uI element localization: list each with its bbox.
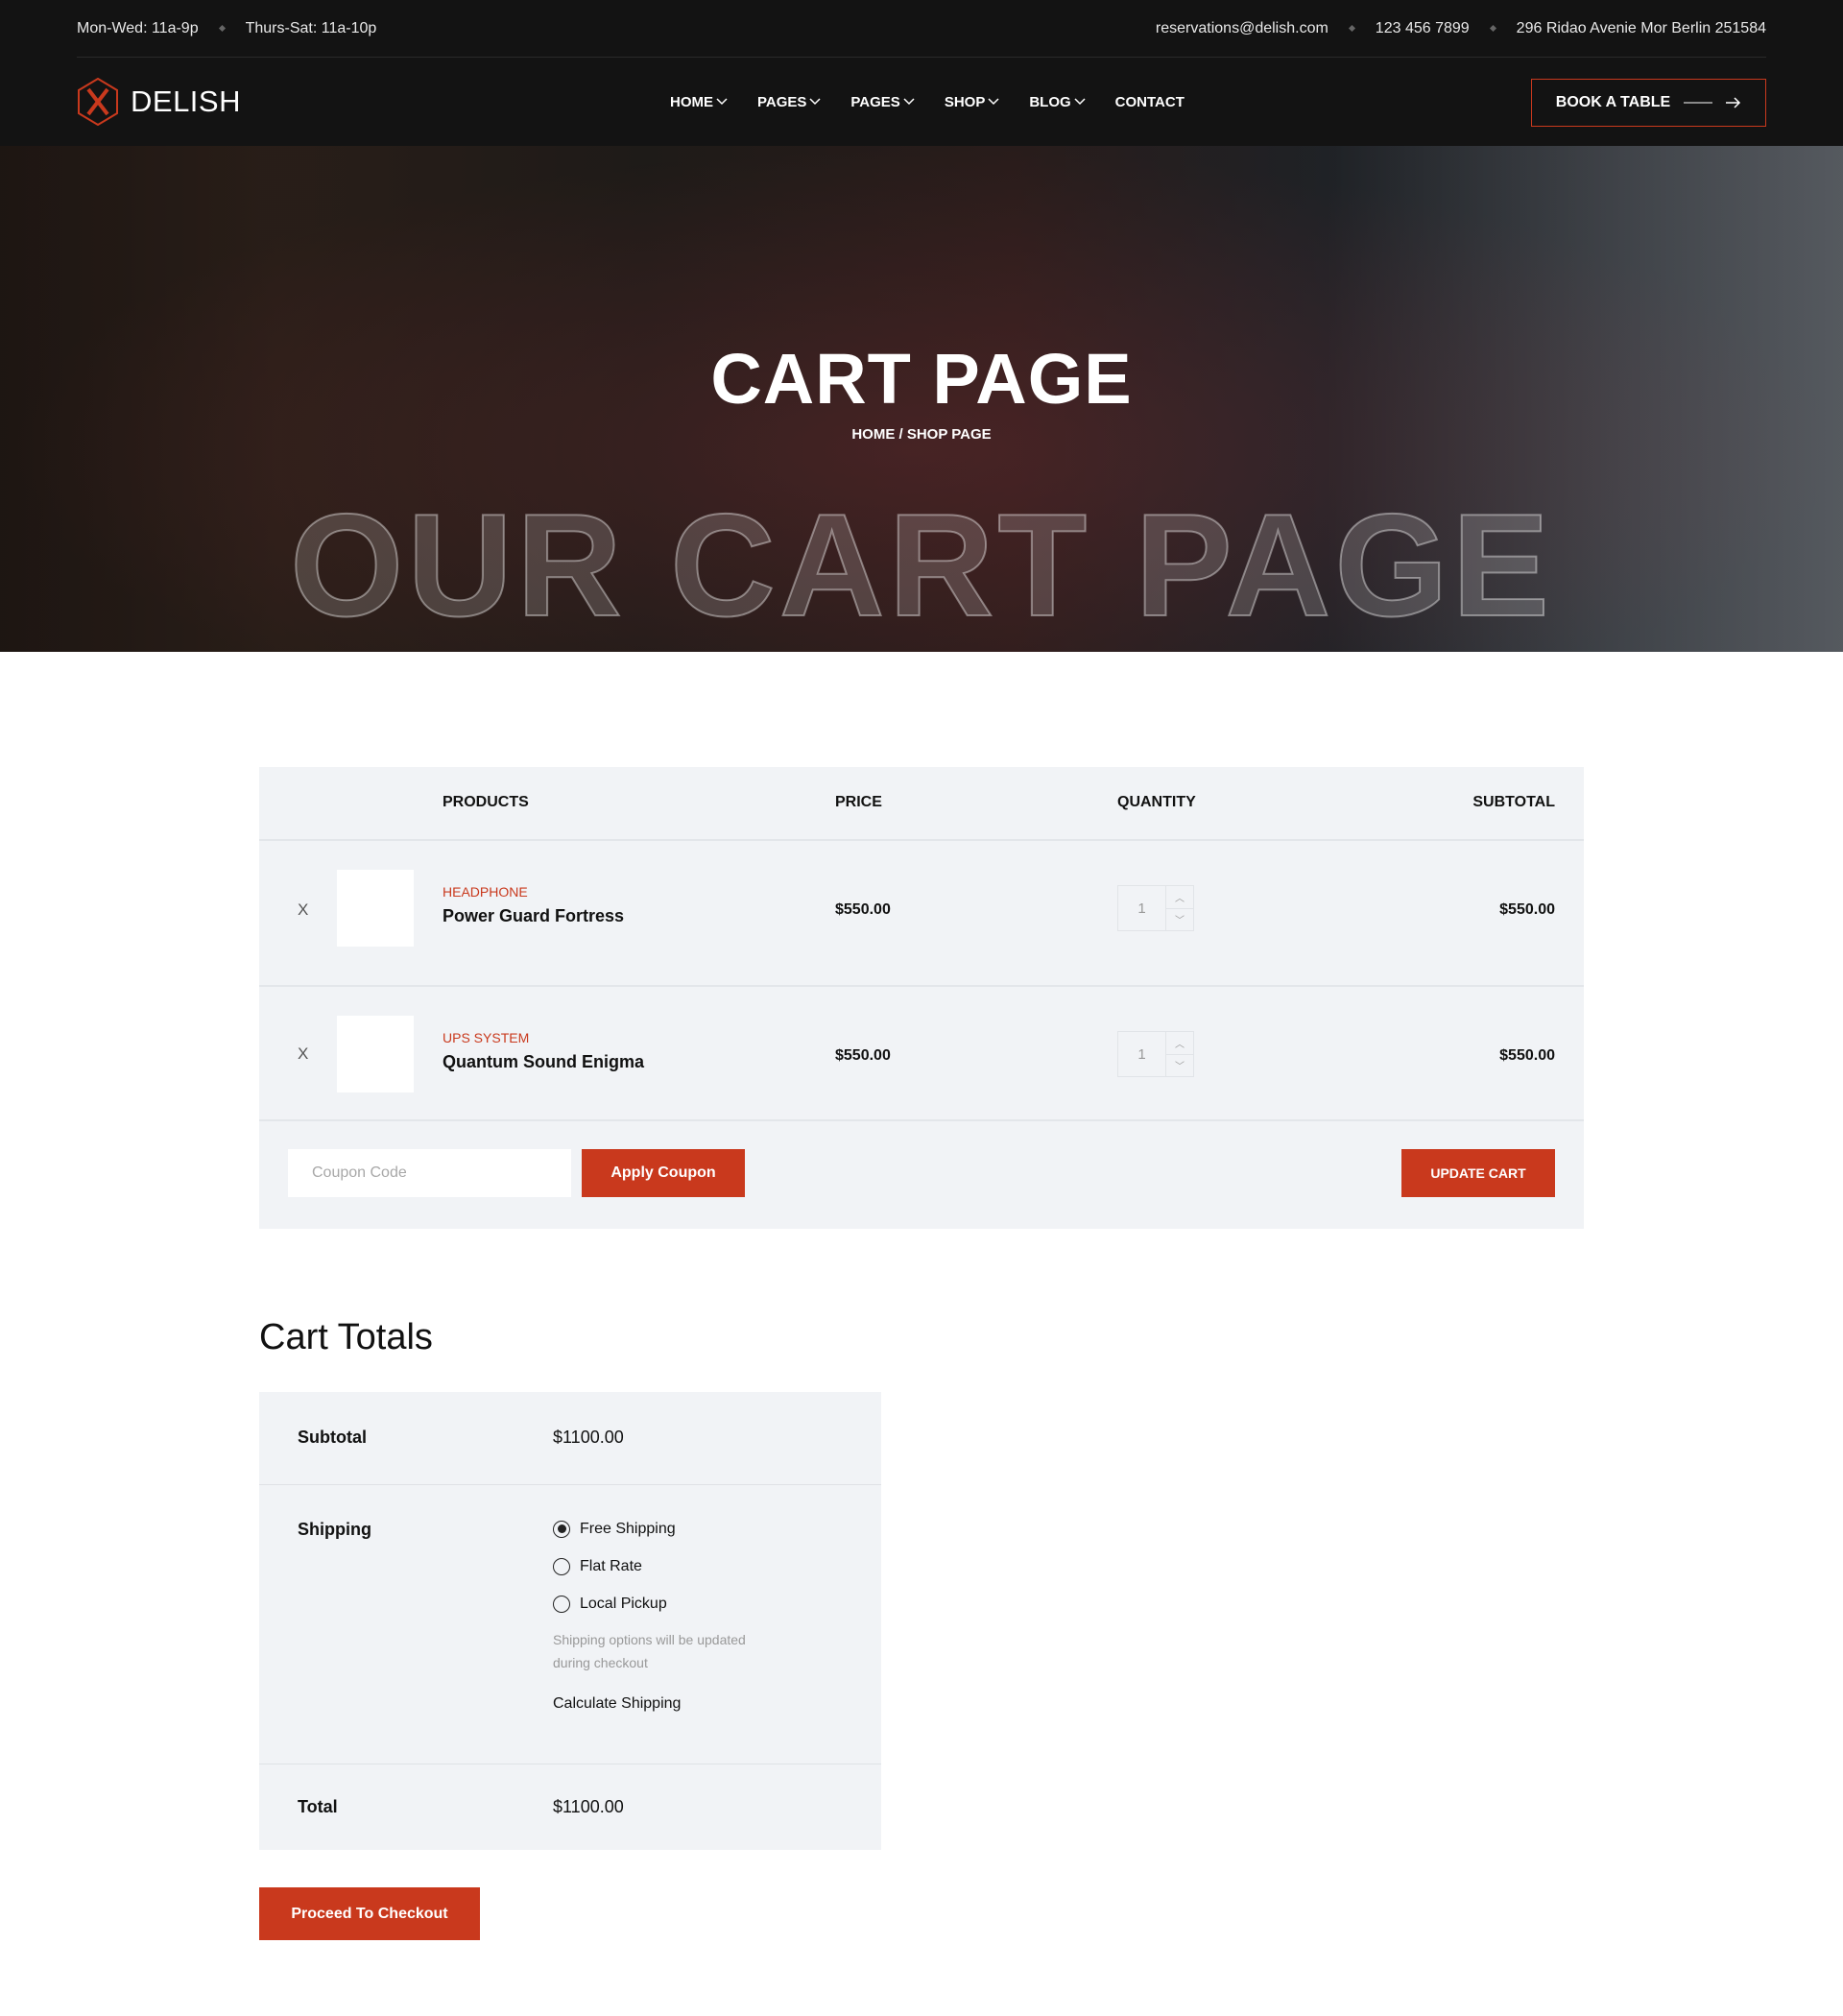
- logo-icon: [78, 78, 118, 126]
- product-price: $550.00: [835, 1047, 891, 1064]
- chevron-down-icon: [988, 98, 999, 106]
- chevron-down-icon: [809, 98, 821, 106]
- product-category: HEADPHONE: [443, 884, 528, 900]
- logo[interactable]: DELISH: [77, 78, 241, 126]
- quantity-value[interactable]: 1: [1118, 1032, 1166, 1076]
- nav-item-pages[interactable]: PAGES: [757, 94, 821, 110]
- page-title: CART PAGE: [710, 339, 1133, 419]
- breadcrumb[interactable]: HOME / SHOP PAGE: [0, 426, 1843, 443]
- nav-item-home[interactable]: HOME: [670, 94, 728, 110]
- product-subtotal: $550.00: [1499, 901, 1555, 918]
- hours-weekday: Mon-Wed: 11a-9p: [77, 19, 199, 36]
- remove-item-button[interactable]: X: [298, 1044, 308, 1064]
- separator-icon: [218, 24, 226, 33]
- option-label: Free Shipping: [580, 1520, 676, 1537]
- shipping-note: Shipping options will be updated during c…: [553, 1628, 746, 1674]
- header-products: PRODUCTS: [443, 794, 529, 810]
- shipping-options: Free Shipping Flat Rate Local Pickup Shi…: [553, 1510, 746, 1713]
- info-bar: Mon-Wed: 11a-9p Thurs-Sat: 11a-10p reser…: [77, 0, 1766, 58]
- total-value: $1100.00: [553, 1797, 624, 1816]
- product-name[interactable]: Quantum Sound Enigma: [443, 1052, 644, 1072]
- shipping-note-line: during checkout: [553, 1655, 648, 1670]
- radio-unchecked-icon[interactable]: [553, 1595, 570, 1613]
- radio-local-pickup[interactable]: Local Pickup: [553, 1585, 746, 1622]
- chevron-down-icon: [716, 98, 728, 106]
- shipping-note-line: Shipping options will be updated: [553, 1632, 746, 1647]
- book-table-button[interactable]: BOOK A TABLE: [1531, 79, 1766, 127]
- shipping-label: Shipping: [298, 1520, 371, 1539]
- chevron-down-icon[interactable]: ﹀: [1166, 1055, 1193, 1077]
- proceed-to-checkout-button[interactable]: Proceed To Checkout: [259, 1887, 480, 1940]
- header-price: PRICE: [835, 794, 882, 810]
- product-price: $550.00: [835, 901, 891, 918]
- subtotal-value: $1100.00: [553, 1428, 624, 1447]
- book-table-label: BOOK A TABLE: [1555, 94, 1671, 110]
- arrow-right-icon: [1684, 97, 1741, 108]
- subtotal-label: Subtotal: [298, 1428, 367, 1447]
- chevron-down-icon[interactable]: ﹀: [1166, 909, 1193, 931]
- nav-item-contact[interactable]: CONTACT: [1115, 94, 1185, 110]
- table-header: PRODUCTS PRICE QUANTITY SUBTOTAL: [259, 767, 1584, 841]
- cart-totals-title: Cart Totals: [259, 1317, 433, 1357]
- separator-icon: [1489, 24, 1496, 33]
- option-label: Local Pickup: [580, 1595, 667, 1612]
- calculate-shipping-link[interactable]: Calculate Shipping: [553, 1695, 746, 1713]
- subtotal-row: Subtotal $1100.00: [259, 1392, 881, 1485]
- quantity-value[interactable]: 1: [1118, 886, 1166, 930]
- option-label: Flat Rate: [580, 1557, 642, 1574]
- radio-checked-icon[interactable]: [553, 1520, 570, 1538]
- main-nav: DELISH HOME PAGES PAGES SHOP BLOG CONTAC…: [77, 58, 1766, 146]
- cart-totals-table: Subtotal $1100.00 Shipping Free Shipping…: [259, 1392, 881, 1850]
- email-link[interactable]: reservations@delish.com: [1156, 20, 1328, 37]
- chevron-up-icon[interactable]: ︿: [1166, 1032, 1193, 1055]
- product-name[interactable]: Power Guard Fortress: [443, 906, 624, 926]
- chevron-up-icon[interactable]: ︿: [1166, 886, 1193, 909]
- total-row: Total $1100.00: [259, 1764, 881, 1850]
- header-subtotal: SUBTOTAL: [1472, 794, 1555, 810]
- nav-menu: HOME PAGES PAGES SHOP BLOG CONTACT: [670, 94, 1185, 110]
- cart-table: PRODUCTS PRICE QUANTITY SUBTOTAL X HEADP…: [259, 767, 1584, 1229]
- chevron-down-icon: [1074, 98, 1086, 106]
- hours-weekend: Thurs-Sat: 11a-10p: [245, 19, 377, 36]
- phone-link[interactable]: 123 456 7899: [1376, 20, 1470, 37]
- update-cart-button[interactable]: UPDATE CART: [1401, 1149, 1555, 1197]
- product-subtotal: $550.00: [1499, 1047, 1555, 1064]
- product-thumbnail[interactable]: [337, 870, 414, 947]
- separator-icon: [1348, 24, 1355, 33]
- chevron-down-icon: [903, 98, 915, 106]
- table-row: X UPS SYSTEM Quantum Sound Enigma $550.0…: [259, 987, 1584, 1121]
- nav-item-shop[interactable]: SHOP: [945, 94, 1000, 110]
- nav-item-pages-2[interactable]: PAGES: [850, 94, 915, 110]
- header-quantity: QUANTITY: [1117, 794, 1196, 810]
- total-label: Total: [298, 1797, 338, 1816]
- product-category: UPS SYSTEM: [443, 1030, 530, 1045]
- logo-text: DELISH: [131, 84, 241, 118]
- coupon-input[interactable]: [288, 1149, 571, 1197]
- apply-coupon-button[interactable]: Apply Coupon: [582, 1149, 745, 1197]
- radio-unchecked-icon[interactable]: [553, 1557, 570, 1575]
- product-thumbnail[interactable]: [337, 1016, 414, 1092]
- table-row: X HEADPHONE Power Guard Fortress $550.00…: [259, 841, 1584, 987]
- radio-flat-rate[interactable]: Flat Rate: [553, 1548, 746, 1585]
- header: Mon-Wed: 11a-9p Thurs-Sat: 11a-10p reser…: [0, 0, 1843, 146]
- hero-outline-text: OUR CART PAGE: [289, 483, 1553, 648]
- remove-item-button[interactable]: X: [298, 900, 308, 920]
- quantity-stepper[interactable]: 1 ︿ ﹀: [1117, 885, 1194, 931]
- quantity-stepper[interactable]: 1 ︿ ﹀: [1117, 1031, 1194, 1077]
- shipping-row: Shipping Free Shipping Flat Rate Local P…: [259, 1485, 881, 1764]
- nav-item-blog[interactable]: BLOG: [1029, 94, 1086, 110]
- address: 296 Ridao Avenie Mor Berlin 251584: [1516, 19, 1766, 36]
- hero-banner: OUR CART PAGE CART PAGE HOME / SHOP PAGE: [0, 146, 1843, 652]
- radio-free-shipping[interactable]: Free Shipping: [553, 1510, 746, 1548]
